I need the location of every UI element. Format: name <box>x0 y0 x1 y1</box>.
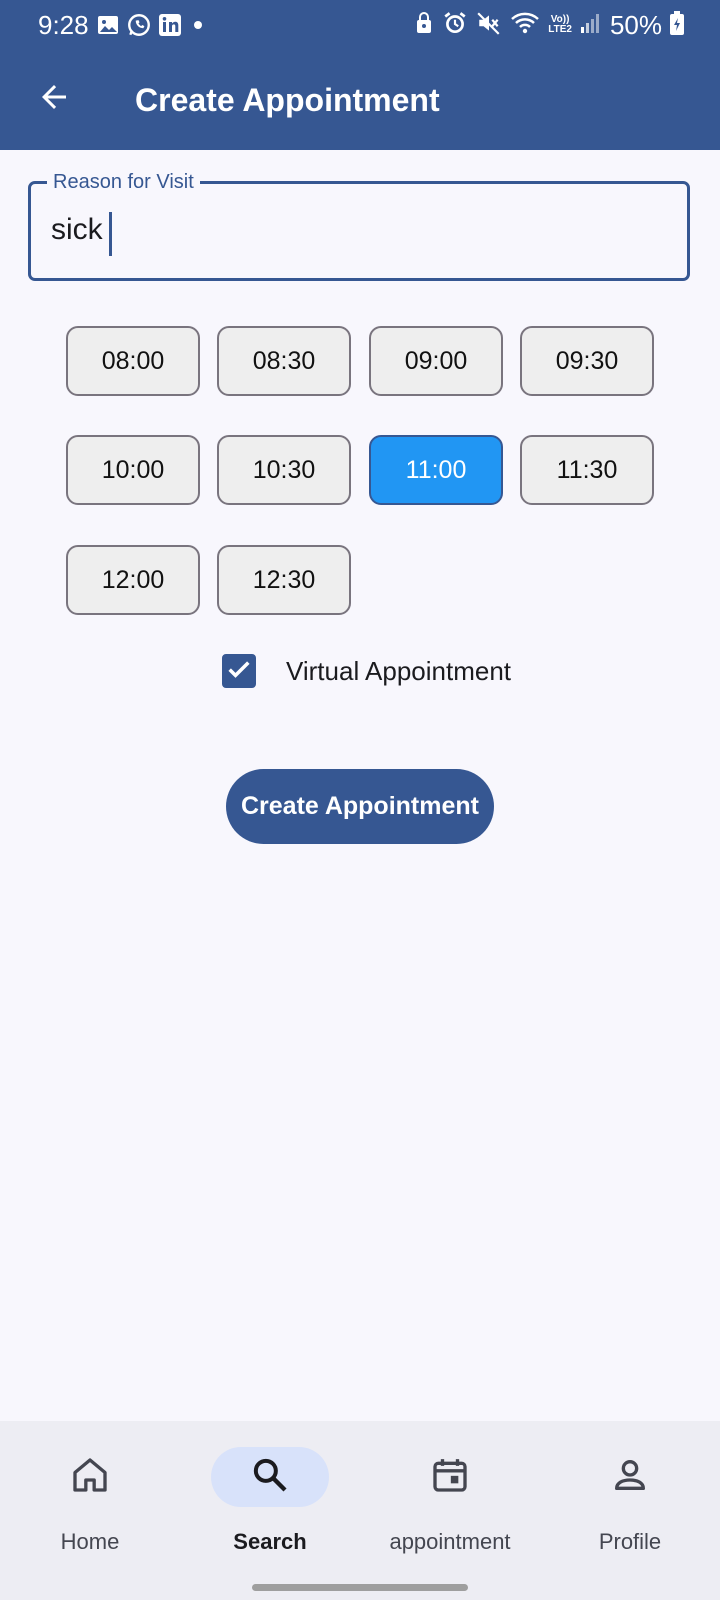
page-title: Create Appointment <box>135 82 440 118</box>
back-button[interactable] <box>30 75 78 123</box>
nav-label-profile: Profile <box>598 1529 662 1554</box>
create-appointment-button[interactable]: Create Appointment <box>226 769 494 844</box>
time-slot-0830[interactable]: 08:30 <box>217 326 351 396</box>
status-time: 9:28 <box>38 10 89 40</box>
nav-item-home[interactable]: Home <box>0 1421 180 1570</box>
nav-label-appointment: appointment <box>389 1529 511 1554</box>
virtual-appointment-label: Virtual Appointment <box>286 655 511 686</box>
time-slot-1100[interactable]: 11:00 <box>369 435 503 505</box>
text-cursor <box>109 212 112 256</box>
time-slot-1030[interactable]: 10:30 <box>217 435 351 505</box>
nav-item-appointment[interactable]: appointment <box>360 1421 540 1570</box>
app-bar: Create Appointment <box>0 52 720 150</box>
status-system-icons: Vo)) LTE2 50% <box>414 10 684 40</box>
time-slot-1000[interactable]: 10:00 <box>66 435 200 505</box>
status-bar: 9:28 Vo)) LTE2 50% <box>0 0 720 52</box>
reason-field: Reason for Visit <box>28 171 690 281</box>
status-notification-icons <box>96 11 208 39</box>
arrow-back-icon <box>36 79 72 120</box>
battery-percent: 50% <box>609 9 662 40</box>
virtual-appointment-toggle[interactable]: Virtual Appointment <box>222 653 511 689</box>
nav-label-home: Home <box>60 1529 120 1554</box>
network-lte: LTE2 <box>548 24 572 35</box>
virtual-appointment-checkbox[interactable] <box>222 654 256 688</box>
nav-icon-container <box>391 1447 509 1507</box>
lock-icon <box>414 11 434 40</box>
person-icon <box>610 1455 650 1500</box>
time-slot-0800[interactable]: 08:00 <box>66 326 200 396</box>
bottom-navigation: Home Search appointment Profile <box>0 1421 720 1570</box>
time-slot-1130[interactable]: 11:30 <box>520 435 654 505</box>
whatsapp-icon <box>126 12 152 38</box>
mute-icon <box>476 10 502 41</box>
linkedin-icon <box>158 13 182 37</box>
nav-item-profile[interactable]: Profile <box>540 1421 720 1570</box>
network-type: Vo)) LTE2 <box>548 15 572 35</box>
time-slot-1200[interactable]: 12:00 <box>66 545 200 615</box>
nav-label-search: Search <box>233 1529 307 1554</box>
reason-field-label: Reason for Visit <box>47 171 200 193</box>
time-slot-1230[interactable]: 12:30 <box>217 545 351 615</box>
home-icon <box>70 1455 110 1500</box>
nav-item-search[interactable]: Search <box>180 1421 360 1570</box>
time-slot-0900[interactable]: 09:00 <box>369 326 503 396</box>
search-icon <box>250 1455 290 1500</box>
home-gesture-handle[interactable] <box>252 1584 468 1591</box>
wifi-icon <box>510 10 540 41</box>
reason-input[interactable] <box>51 208 651 252</box>
gesture-bar <box>0 1570 720 1600</box>
nav-icon-container <box>31 1447 149 1507</box>
nav-icon-container <box>571 1447 689 1507</box>
nav-icon-container <box>211 1447 329 1507</box>
time-slot-0930[interactable]: 09:30 <box>520 326 654 396</box>
alarm-icon <box>442 10 468 41</box>
dot-icon <box>188 15 208 35</box>
gallery-icon <box>96 13 120 37</box>
signal-icon <box>580 11 602 40</box>
calendar-icon <box>430 1455 470 1500</box>
battery-icon <box>670 10 684 40</box>
check-icon <box>225 655 253 688</box>
